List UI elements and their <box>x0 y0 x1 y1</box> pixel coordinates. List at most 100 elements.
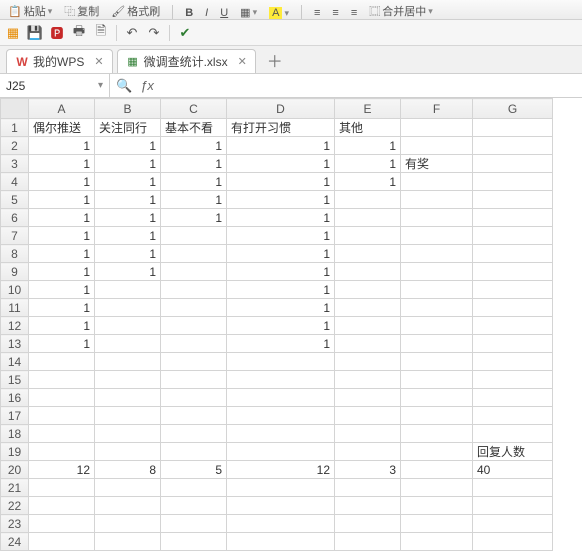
fill-color-button[interactable]: A▾ <box>267 7 291 19</box>
cell[interactable] <box>29 425 95 443</box>
cell[interactable] <box>401 209 473 227</box>
cell[interactable] <box>473 191 553 209</box>
tab-my-wps[interactable]: W 我的WPS ✕ <box>6 49 113 73</box>
cell[interactable] <box>335 515 401 533</box>
row-header[interactable]: 13 <box>1 335 29 353</box>
column-header-G[interactable]: G <box>473 99 553 119</box>
cell[interactable] <box>227 497 335 515</box>
new-file-icon[interactable]: ▦ <box>4 24 22 42</box>
cell[interactable] <box>161 389 227 407</box>
cell[interactable] <box>161 335 227 353</box>
cell[interactable] <box>401 173 473 191</box>
format-painter-button[interactable]: 🖌 格式刷 <box>109 3 162 19</box>
chevron-down-icon[interactable]: ▾ <box>98 80 103 91</box>
cell[interactable] <box>401 407 473 425</box>
cell[interactable]: 3 <box>335 461 401 479</box>
row-header[interactable]: 15 <box>1 371 29 389</box>
row-header[interactable]: 18 <box>1 425 29 443</box>
zoom-icon[interactable]: 🔍 <box>116 78 132 94</box>
align-left-button[interactable]: ≡ <box>312 7 322 19</box>
cell[interactable]: 1 <box>95 263 161 281</box>
cell[interactable] <box>335 263 401 281</box>
cell[interactable] <box>401 371 473 389</box>
column-header-D[interactable]: D <box>227 99 335 119</box>
cell[interactable] <box>161 425 227 443</box>
cell[interactable] <box>335 497 401 515</box>
cell[interactable] <box>473 479 553 497</box>
cell[interactable] <box>401 425 473 443</box>
cell[interactable]: 12 <box>29 461 95 479</box>
cell[interactable] <box>335 335 401 353</box>
cell[interactable] <box>401 515 473 533</box>
tab-spreadsheet[interactable]: ▦ 微调查统计.xlsx ✕ <box>117 49 256 73</box>
cell[interactable] <box>473 317 553 335</box>
cell[interactable]: 1 <box>29 191 95 209</box>
cell[interactable] <box>161 317 227 335</box>
cell[interactable]: 1 <box>227 173 335 191</box>
cell[interactable]: 1 <box>95 245 161 263</box>
cell[interactable]: 1 <box>95 209 161 227</box>
cell[interactable] <box>401 281 473 299</box>
cell[interactable] <box>335 299 401 317</box>
cell[interactable] <box>227 371 335 389</box>
cell[interactable] <box>473 515 553 533</box>
cell[interactable] <box>473 335 553 353</box>
cell[interactable] <box>401 479 473 497</box>
cell[interactable]: 1 <box>227 191 335 209</box>
row-header[interactable]: 5 <box>1 191 29 209</box>
cell[interactable] <box>335 425 401 443</box>
row-header[interactable]: 24 <box>1 533 29 551</box>
row-header[interactable]: 16 <box>1 389 29 407</box>
cell[interactable]: 1 <box>161 191 227 209</box>
row-header[interactable]: 6 <box>1 209 29 227</box>
cell[interactable] <box>473 353 553 371</box>
column-header-B[interactable]: B <box>95 99 161 119</box>
cell[interactable] <box>401 227 473 245</box>
row-header[interactable]: 23 <box>1 515 29 533</box>
cell[interactable] <box>29 389 95 407</box>
cell[interactable] <box>401 533 473 551</box>
cell[interactable] <box>227 389 335 407</box>
bold-button[interactable]: B <box>183 7 195 19</box>
cell[interactable]: 1 <box>161 137 227 155</box>
cell[interactable] <box>95 353 161 371</box>
cell[interactable]: 1 <box>29 173 95 191</box>
cell[interactable] <box>473 281 553 299</box>
name-box-input[interactable] <box>6 79 76 93</box>
cell[interactable]: 1 <box>29 227 95 245</box>
cell[interactable] <box>29 371 95 389</box>
cell[interactable]: 1 <box>29 155 95 173</box>
cell[interactable] <box>401 443 473 461</box>
cell[interactable]: 1 <box>227 335 335 353</box>
cell[interactable] <box>473 299 553 317</box>
cell[interactable] <box>335 209 401 227</box>
cell[interactable] <box>335 317 401 335</box>
border-button[interactable]: ▦▾ <box>238 6 259 19</box>
merge-center-button[interactable]: ⿴ 合并居中 ▾ <box>367 3 435 19</box>
cell[interactable] <box>473 173 553 191</box>
cell[interactable]: 1 <box>95 191 161 209</box>
cell[interactable] <box>335 281 401 299</box>
cell[interactable]: 1 <box>227 245 335 263</box>
cell[interactable] <box>473 425 553 443</box>
row-header[interactable]: 10 <box>1 281 29 299</box>
cell[interactable] <box>335 443 401 461</box>
cell[interactable] <box>227 425 335 443</box>
cell[interactable]: 1 <box>29 335 95 353</box>
fx-icon[interactable]: ƒx <box>140 78 154 93</box>
cell[interactable]: 8 <box>95 461 161 479</box>
cell[interactable]: 有奖 <box>401 155 473 173</box>
cell[interactable] <box>95 407 161 425</box>
cell[interactable] <box>335 407 401 425</box>
cell[interactable] <box>335 479 401 497</box>
cell[interactable] <box>29 407 95 425</box>
cell[interactable]: 1 <box>95 227 161 245</box>
cell[interactable]: 关注同行 <box>95 119 161 137</box>
cell[interactable] <box>161 515 227 533</box>
align-right-button[interactable]: ≡ <box>349 7 359 19</box>
cell[interactable] <box>473 209 553 227</box>
cell[interactable] <box>473 245 553 263</box>
cell[interactable] <box>335 227 401 245</box>
italic-button[interactable]: I <box>203 7 210 19</box>
cell[interactable] <box>227 353 335 371</box>
